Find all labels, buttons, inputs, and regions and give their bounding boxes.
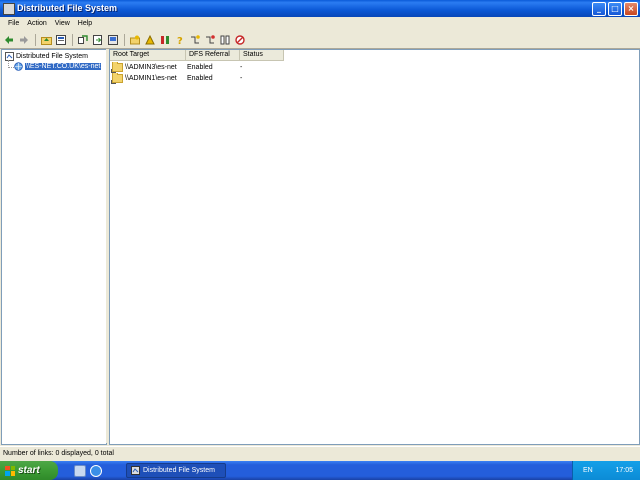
clock[interactable]: 17:05 — [615, 467, 633, 474]
root-target-cell: \\ADMIN1\es-net — [110, 73, 184, 84]
toolbar-separator — [35, 33, 36, 46]
shared-folder-icon — [111, 62, 123, 73]
details-pane[interactable]: Root Target DFS Referral Status \\ADMIN3… — [109, 49, 640, 445]
minimize-button[interactable]: _ — [592, 2, 606, 16]
status-cell: - — [240, 64, 243, 71]
title-bar[interactable]: Distributed File System _ □ × — [0, 0, 640, 17]
language-indicator[interactable]: EN — [583, 467, 593, 474]
start-button[interactable]: start — [0, 461, 58, 480]
show-desktop-icon[interactable] — [74, 465, 86, 477]
svg-text:?: ? — [177, 36, 183, 45]
check-status-icon[interactable] — [204, 34, 216, 46]
toolbar-separator — [124, 33, 125, 46]
taskbar-item-label: Distributed File System — [143, 467, 215, 474]
menu-file[interactable]: File — [4, 17, 23, 31]
windows-logo-icon — [5, 465, 15, 476]
tree-root-node[interactable]: Distributed File System — [5, 52, 88, 61]
list-item[interactable]: \\ADMIN3\es-net Enabled - — [110, 62, 280, 73]
dfs-app-icon[interactable] — [3, 3, 15, 15]
internet-explorer-icon[interactable] — [90, 465, 102, 477]
root-target-text: \\ADMIN3\es-net — [125, 64, 177, 71]
stop-icon[interactable] — [234, 34, 246, 46]
back-icon[interactable] — [3, 34, 15, 46]
delete-icon[interactable] — [159, 34, 171, 46]
root-target-cell: \\ADMIN3\es-net — [110, 62, 184, 73]
export-icon[interactable] — [92, 34, 104, 46]
up-icon[interactable] — [40, 34, 52, 46]
forward-icon[interactable] — [18, 34, 30, 46]
tree-pane[interactable]: Distributed File System \\ES-NET.CO.UK\e… — [1, 49, 107, 445]
menu-action[interactable]: Action — [23, 17, 50, 31]
toolbar: ? — [0, 31, 640, 49]
column-root-target[interactable]: Root Target — [110, 50, 186, 61]
tile-icon[interactable] — [219, 34, 231, 46]
refresh-icon[interactable] — [77, 34, 89, 46]
root-target-text: \\ADMIN1\es-net — [125, 75, 177, 82]
list-item[interactable]: \\ADMIN1\es-net Enabled - — [110, 73, 280, 84]
properties-icon[interactable] — [55, 34, 67, 46]
menu-view[interactable]: View — [51, 17, 74, 31]
dfs-referral-cell: Enabled — [187, 75, 213, 82]
window-controls: _ □ × — [592, 2, 638, 16]
taskbar: start Distributed File System EN 17:05 — [0, 461, 640, 480]
tree-root-label: Distributed File System — [16, 53, 88, 60]
toolbar-separator — [72, 33, 73, 46]
connect-icon[interactable] — [107, 34, 119, 46]
window-title: Distributed File System — [17, 3, 118, 13]
start-label: start — [18, 465, 40, 476]
status-bar: Number of links: 0 displayed, 0 total — [0, 446, 640, 460]
tree-child-node[interactable]: \\ES-NET.CO.UK\es-net — [14, 62, 103, 71]
help-icon[interactable]: ? — [174, 34, 186, 46]
shared-folder-icon — [111, 73, 123, 84]
system-tray: EN 17:05 — [572, 461, 640, 480]
add-target-icon[interactable] — [189, 34, 201, 46]
new-root-icon[interactable] — [129, 34, 141, 46]
dfs-app-icon — [131, 466, 140, 475]
status-cell: - — [240, 75, 243, 82]
column-dfs-referral[interactable]: DFS Referral — [186, 50, 240, 61]
close-button[interactable]: × — [624, 2, 638, 16]
tree-child-label: \\ES-NET.CO.UK\es-net — [23, 62, 103, 71]
menu-bar: File Action View Help — [0, 17, 640, 31]
dfs-referral-cell: Enabled — [187, 64, 213, 71]
dfs-root-share-icon — [14, 62, 23, 71]
new-link-icon[interactable] — [144, 34, 156, 46]
maximize-button[interactable]: □ — [608, 2, 622, 16]
column-status[interactable]: Status — [240, 50, 284, 61]
menu-help[interactable]: Help — [74, 17, 96, 31]
taskbar-item-dfs[interactable]: Distributed File System — [126, 463, 226, 478]
list-header: Root Target DFS Referral Status — [110, 50, 284, 61]
